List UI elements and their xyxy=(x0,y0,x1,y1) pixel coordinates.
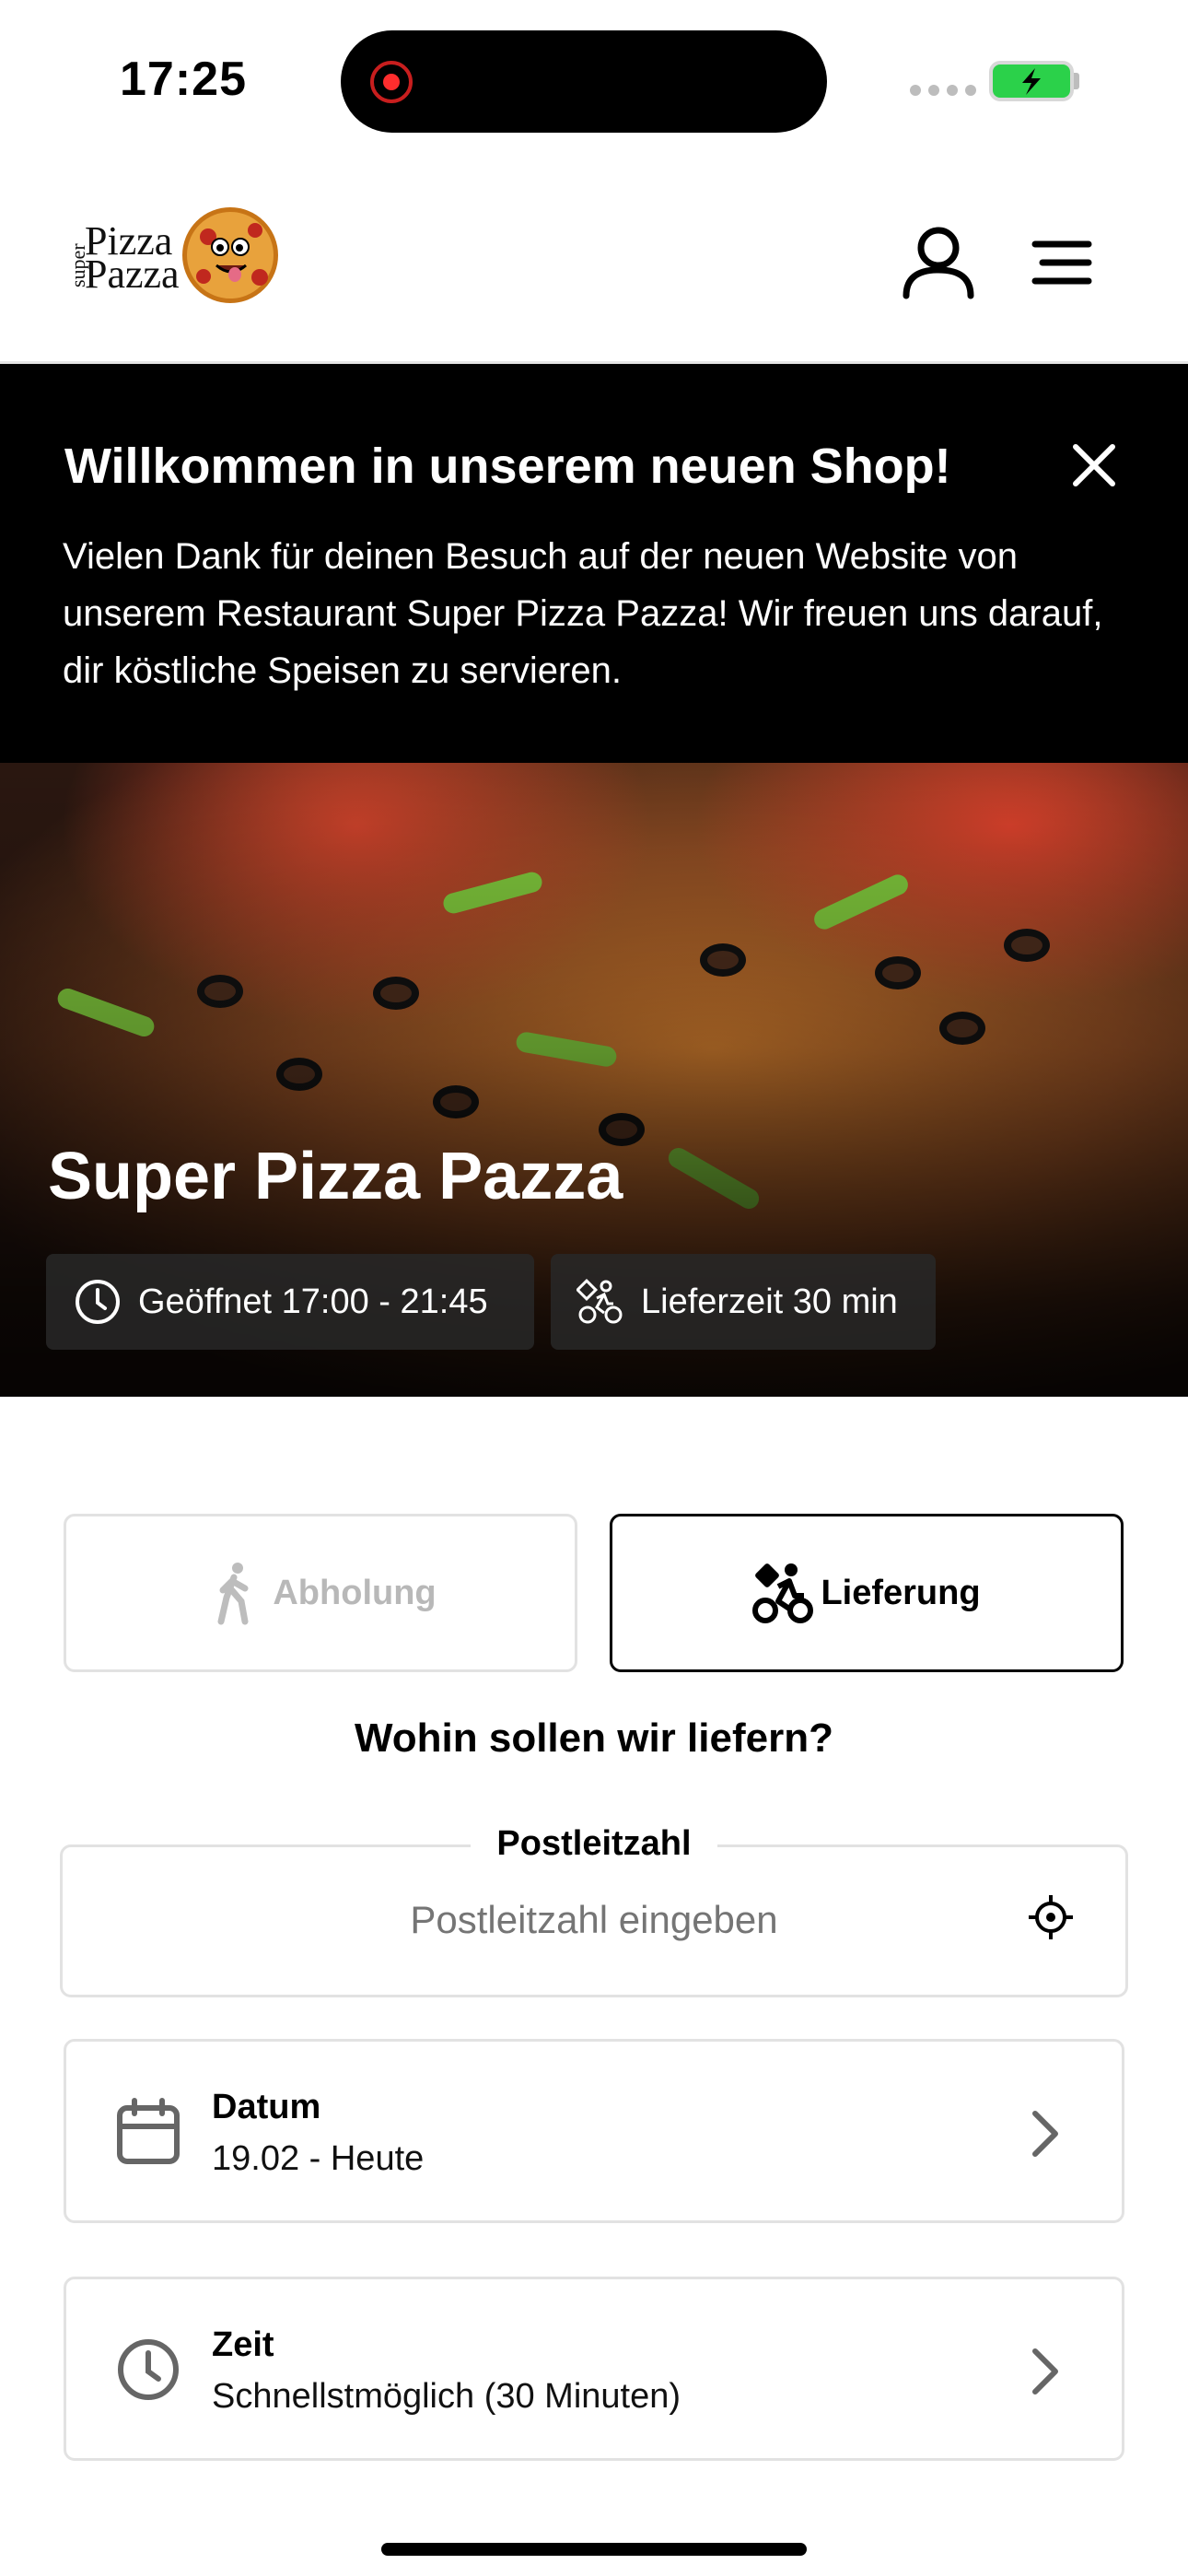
pickup-label: Abholung xyxy=(273,1573,437,1612)
logo[interactable]: super Pizza Pazza xyxy=(66,207,278,303)
hamburger-menu-icon xyxy=(1031,240,1092,285)
chevron-right-icon xyxy=(1032,2111,1058,2157)
banner-close-button[interactable] xyxy=(1068,439,1120,491)
pickup-button[interactable]: Abholung xyxy=(64,1514,577,1672)
battery-tip xyxy=(1074,73,1079,89)
status-time: 17:25 xyxy=(120,53,247,106)
close-icon xyxy=(1073,444,1115,486)
recording-icon xyxy=(370,61,413,103)
delivery-time-badge: Lieferzeit 30 min xyxy=(551,1254,936,1350)
restaurant-name: Super Pizza Pazza xyxy=(48,1140,623,1213)
opening-hours-text: Geöffnet 17:00 - 21:45 xyxy=(138,1282,488,1321)
postal-code-label-wrap: Postleitzahl xyxy=(0,1824,1188,1864)
dynamic-island xyxy=(341,30,827,133)
time-title: Zeit xyxy=(212,2325,274,2364)
date-title: Datum xyxy=(212,2088,321,2126)
date-value: 19.02 - Heute xyxy=(212,2139,425,2178)
battery-icon xyxy=(989,61,1074,101)
delivery-bike-icon xyxy=(752,1563,814,1623)
user-icon xyxy=(903,227,974,299)
opening-hours-badge: Geöffnet 17:00 - 21:45 xyxy=(46,1254,534,1350)
home-indicator[interactable] xyxy=(381,2543,807,2556)
logo-wordmark: super Pizza Pazza xyxy=(66,214,186,297)
locate-me-button[interactable] xyxy=(1027,1893,1075,1941)
delivery-time-text: Lieferzeit 30 min xyxy=(641,1282,898,1321)
logo-pazza-text: Pazza xyxy=(85,252,180,297)
pizza-face-icon xyxy=(182,207,278,303)
delivery-question: Wohin sollen wir liefern? xyxy=(355,1715,833,1761)
menu-button[interactable] xyxy=(1030,235,1094,290)
delivery-bike-icon xyxy=(577,1278,623,1324)
hero-image: Super Pizza Pazza Geöffnet 17:00 - 21:45… xyxy=(0,763,1188,1397)
clock-icon xyxy=(118,2339,179,2400)
chevron-right-icon xyxy=(1032,2348,1058,2395)
account-button[interactable] xyxy=(901,226,976,299)
delivery-button[interactable]: Lieferung xyxy=(610,1514,1124,1672)
date-selector[interactable]: Datum 19.02 - Heute xyxy=(64,2039,1124,2223)
postal-code-label: Postleitzahl xyxy=(471,1824,717,1863)
time-selector[interactable]: Zeit Schnellstmöglich (30 Minuten) xyxy=(64,2277,1124,2461)
calendar-icon xyxy=(117,2098,180,2164)
delivery-label: Lieferung xyxy=(821,1573,981,1612)
welcome-banner: Willkommen in unserem neuen Shop! Vielen… xyxy=(0,364,1188,763)
banner-title: Willkommen in unserem neuen Shop! xyxy=(64,439,951,494)
time-value: Schnellstmöglich (30 Minuten) xyxy=(212,2377,681,2416)
walking-icon xyxy=(217,1563,249,1625)
postal-code-input[interactable] xyxy=(74,1898,1114,1942)
signal-icon xyxy=(910,85,976,96)
banner-text: Vielen Dank für deinen Besuch auf der ne… xyxy=(63,536,1103,691)
status-bar: 17:25 xyxy=(0,0,1188,161)
clock-icon xyxy=(76,1280,120,1324)
site-header: super Pizza Pazza xyxy=(0,161,1188,364)
crosshair-icon xyxy=(1029,1895,1073,1939)
